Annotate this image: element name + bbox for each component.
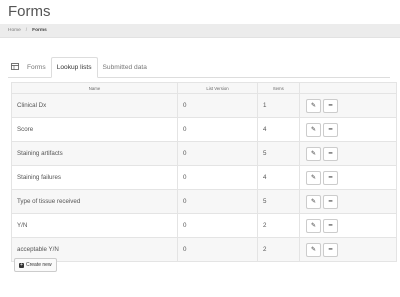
remove-button[interactable]: ━ — [323, 99, 338, 113]
remove-button[interactable]: ━ — [323, 195, 338, 209]
create-new-button[interactable]: + Create new — [14, 258, 57, 272]
row-actions: ✎ ━ — [299, 93, 397, 118]
table-row: Score 0 4 ✎ ━ — [11, 117, 397, 142]
cell-name: Clinical Dx — [11, 93, 178, 118]
minus-icon: ━ — [328, 175, 333, 181]
tab-lookup-lists[interactable]: Lookup lists — [50, 57, 98, 78]
pencil-icon: ✎ — [310, 175, 317, 181]
cell-items: 2 — [257, 213, 300, 238]
breadcrumb-separator: / — [25, 28, 28, 33]
table-row: Type of tissue received 0 5 ✎ ━ — [11, 189, 397, 214]
lookup-lists-table: Name List Version Items Clinical Dx 0 1 … — [11, 82, 397, 262]
cell-items: 5 — [257, 189, 300, 214]
edit-button[interactable]: ✎ — [306, 243, 321, 257]
table-row: Clinical Dx 0 1 ✎ ━ — [11, 93, 397, 118]
cell-name: Staining failures — [11, 165, 178, 190]
create-new-label: Create new — [26, 262, 52, 268]
row-actions: ✎ ━ — [299, 141, 397, 166]
remove-button[interactable]: ━ — [323, 171, 338, 185]
table-icon — [8, 56, 22, 77]
cell-name: Type of tissue received — [11, 189, 178, 214]
edit-button[interactable]: ✎ — [306, 99, 321, 113]
cell-items: 4 — [257, 117, 300, 142]
tab-bar: Forms Lookup lists Submitted data — [8, 54, 390, 78]
minus-icon: ━ — [328, 127, 333, 133]
cell-items: 2 — [257, 237, 300, 262]
pencil-icon: ✎ — [310, 223, 317, 229]
cell-items: 5 — [257, 141, 300, 166]
column-header-actions — [299, 82, 397, 94]
breadcrumb: Home / Forms — [0, 24, 400, 38]
cell-name: Score — [11, 117, 178, 142]
cell-items: 4 — [257, 165, 300, 190]
column-header-list-version[interactable]: List Version — [177, 82, 258, 94]
minus-icon: ━ — [328, 103, 333, 109]
tab-forms[interactable]: Forms — [22, 57, 51, 77]
edit-button[interactable]: ✎ — [306, 219, 321, 233]
pencil-icon: ✎ — [310, 199, 317, 205]
cell-items: 1 — [257, 93, 300, 118]
pencil-icon: ✎ — [310, 103, 317, 109]
minus-icon: ━ — [328, 247, 333, 253]
row-actions: ✎ ━ — [299, 213, 397, 238]
breadcrumb-current: Forms — [32, 28, 47, 33]
edit-button[interactable]: ✎ — [306, 123, 321, 137]
minus-icon: ━ — [328, 223, 333, 229]
remove-button[interactable]: ━ — [323, 243, 338, 257]
cell-version: 0 — [177, 141, 258, 166]
pencil-icon: ✎ — [310, 127, 317, 133]
remove-button[interactable]: ━ — [323, 123, 338, 137]
pencil-icon: ✎ — [310, 151, 317, 157]
cell-version: 0 — [177, 213, 258, 238]
column-header-items[interactable]: Items — [257, 82, 300, 94]
row-actions: ✎ ━ — [299, 165, 397, 190]
page-title: Forms — [8, 3, 51, 20]
edit-button[interactable]: ✎ — [306, 195, 321, 209]
table-row: Staining failures 0 4 ✎ ━ — [11, 165, 397, 190]
breadcrumb-home-link[interactable]: Home — [8, 28, 21, 33]
cell-version: 0 — [177, 189, 258, 214]
plus-icon: + — [19, 261, 24, 268]
cell-version: 0 — [177, 165, 258, 190]
table-row: acceptable Y/N 0 2 ✎ ━ — [11, 237, 397, 262]
remove-button[interactable]: ━ — [323, 219, 338, 233]
row-actions: ✎ ━ — [299, 237, 397, 262]
tab-submitted-data[interactable]: Submitted data — [98, 57, 152, 77]
cell-version: 0 — [177, 93, 258, 118]
table-row: Staining artifacts 0 5 ✎ ━ — [11, 141, 397, 166]
edit-button[interactable]: ✎ — [306, 147, 321, 161]
column-header-name[interactable]: Name — [11, 82, 178, 94]
row-actions: ✎ ━ — [299, 189, 397, 214]
cell-name: Y/N — [11, 213, 178, 238]
table-row: Y/N 0 2 ✎ ━ — [11, 213, 397, 238]
remove-button[interactable]: ━ — [323, 147, 338, 161]
pencil-icon: ✎ — [310, 247, 317, 253]
cell-name: Staining artifacts — [11, 141, 178, 166]
minus-icon: ━ — [328, 151, 333, 157]
row-actions: ✎ ━ — [299, 117, 397, 142]
cell-version: 0 — [177, 237, 258, 262]
edit-button[interactable]: ✎ — [306, 171, 321, 185]
minus-icon: ━ — [328, 199, 333, 205]
cell-version: 0 — [177, 117, 258, 142]
